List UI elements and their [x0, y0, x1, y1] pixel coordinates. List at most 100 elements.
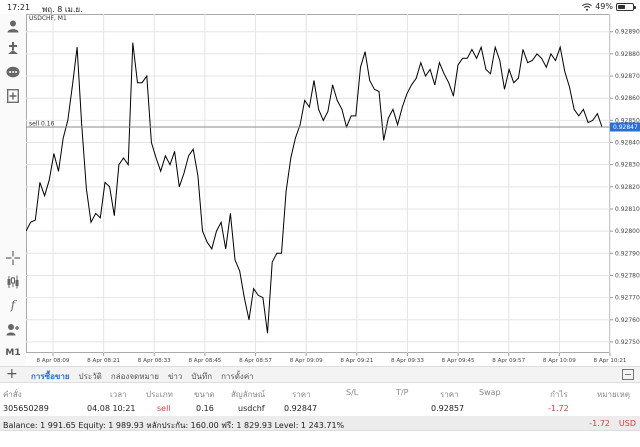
- price-point: [104, 182, 106, 183]
- panel-resize-icon[interactable]: [622, 369, 634, 380]
- tab-settings[interactable]: การตั้งค่า: [221, 370, 254, 383]
- price-point: [35, 219, 36, 221]
- price-point: [555, 60, 556, 61]
- x-tick-label: 8 Apr 08:33: [138, 358, 171, 364]
- new-order-icon[interactable]: [4, 87, 22, 105]
- price-point: [225, 248, 226, 250]
- price-point: [39, 182, 41, 183]
- cell-time: 04.08 10:21: [87, 404, 136, 413]
- price-point: [323, 120, 324, 121]
- price-point: [151, 142, 152, 143]
- x-tick-label: 8 Apr 09:33: [391, 358, 424, 364]
- price-point: [453, 95, 454, 97]
- price-point: [253, 288, 254, 290]
- price-point: [578, 115, 580, 117]
- price-point: [244, 297, 245, 298]
- price-point: [44, 195, 45, 196]
- price-point: [402, 106, 403, 108]
- price-point: [397, 124, 398, 126]
- x-tick-label: 8 Apr 08:57: [239, 358, 272, 364]
- price-point: [132, 42, 134, 44]
- status-time: 17:21: [7, 3, 31, 12]
- price-point: [192, 148, 194, 150]
- total-profit: -1.72: [589, 419, 610, 428]
- price-point: [197, 175, 199, 176]
- chat-icon[interactable]: [4, 63, 22, 81]
- price-point: [564, 71, 566, 72]
- x-tick-label: 8 Apr 09:21: [340, 358, 373, 364]
- price-point: [406, 93, 408, 95]
- price-point: [471, 49, 473, 50]
- price-point: [485, 69, 487, 70]
- current-price-label: 0.92847: [613, 124, 638, 131]
- tab-history[interactable]: ประวัติ: [79, 370, 102, 383]
- price-point: [160, 171, 161, 172]
- col-tp: T/P: [396, 388, 409, 397]
- price-point: [123, 157, 124, 159]
- price-point: [378, 91, 380, 92]
- balance-bar: Balance: 1 991.65 Equity: 1 989.93 หลักป…: [0, 416, 640, 431]
- tab-mailbox[interactable]: กล่องจดหมาย: [111, 370, 159, 383]
- price-point: [174, 151, 175, 152]
- price-point: [58, 171, 59, 172]
- price-point: [313, 80, 315, 81]
- price-point: [90, 222, 92, 223]
- y-tick-label: 0.92790: [615, 250, 640, 257]
- crosshair-add-icon[interactable]: [4, 39, 22, 57]
- price-point: [597, 113, 598, 114]
- x-tick-label: 8 Apr 10:09: [543, 358, 576, 364]
- price-point: [587, 122, 589, 123]
- price-point: [490, 73, 491, 75]
- price-point: [369, 80, 371, 81]
- y-tick-label: 0.92770: [615, 295, 640, 302]
- y-tick-label: 0.92800: [615, 228, 640, 235]
- price-point: [360, 66, 361, 68]
- tab-news[interactable]: ข่าว: [168, 370, 182, 383]
- price-point: [318, 109, 319, 110]
- price-point: [448, 82, 450, 83]
- function-icon[interactable]: f: [4, 296, 22, 314]
- price-point: [169, 164, 171, 165]
- price-point: [81, 124, 82, 126]
- cell-price-open: 0.92847: [284, 404, 318, 413]
- price-point: [202, 230, 203, 232]
- price-point: [522, 49, 524, 50]
- objects-icon[interactable]: [4, 320, 22, 338]
- price-point: [508, 69, 510, 70]
- price-point: [127, 164, 129, 165]
- balance-summary: Balance: 1 991.65 Equity: 1 989.93 หลักป…: [3, 421, 345, 430]
- account-currency: USD: [618, 419, 636, 428]
- timeframe-button[interactable]: M1: [4, 344, 22, 362]
- price-point: [53, 153, 55, 154]
- price-point: [137, 82, 138, 83]
- x-tick-label: 8 Apr 08:45: [188, 358, 221, 364]
- price-point: [141, 82, 143, 83]
- crosshair-icon[interactable]: [4, 249, 22, 267]
- status-bar: 17:21 พฤ. 8 เม.ย. 49%: [0, 0, 640, 14]
- cell-profit: -1.72: [548, 404, 569, 413]
- price-point: [392, 109, 394, 110]
- add-icon[interactable]: +: [6, 367, 18, 382]
- price-point: [62, 137, 64, 139]
- price-point: [114, 215, 115, 216]
- price-point: [462, 58, 463, 59]
- table-row[interactable]: 305650289 04.08 10:21 sell 0.16 usdchf 0…: [0, 400, 640, 417]
- price-point: [48, 179, 50, 181]
- tab-trade[interactable]: การซื้อขาย: [31, 370, 70, 383]
- price-point: [285, 191, 287, 192]
- sell-order-label: sell 0.16: [29, 121, 55, 128]
- y-tick-label: 0.92780: [615, 272, 640, 279]
- tab-journal[interactable]: บันทึก: [191, 370, 212, 383]
- price-chart[interactable]: 0.928900.928800.928700.928600.928500.928…: [26, 14, 640, 366]
- price-point: [299, 124, 301, 126]
- person-icon[interactable]: [4, 17, 22, 35]
- price-point: [434, 84, 436, 86]
- price-point: [573, 109, 575, 110]
- price-point: [374, 89, 375, 90]
- price-point: [420, 62, 422, 63]
- price-point: [248, 319, 250, 321]
- indicators-icon[interactable]: [4, 273, 22, 291]
- y-tick-label: 0.92820: [615, 184, 640, 191]
- x-tick-label: 8 Apr 10:21: [594, 358, 627, 364]
- price-point: [267, 332, 268, 334]
